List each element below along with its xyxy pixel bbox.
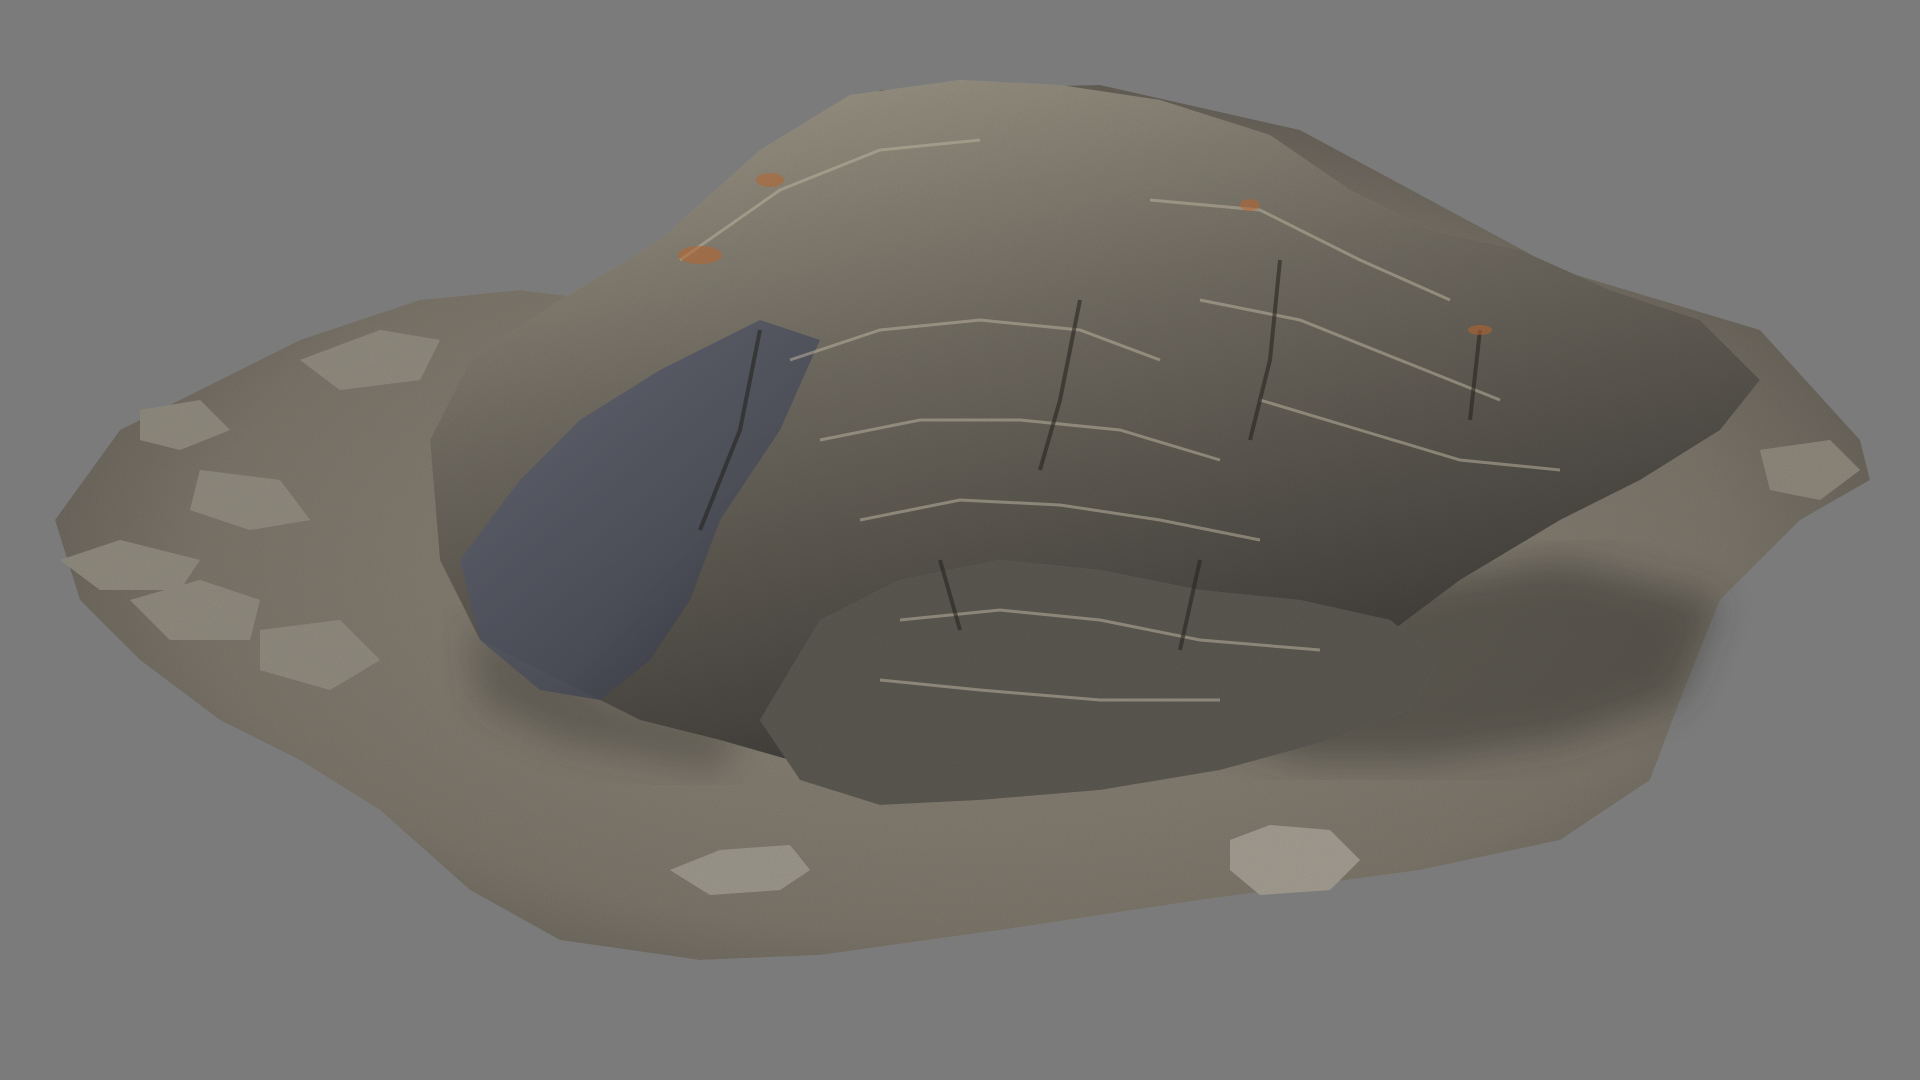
- viewport: [0, 0, 1920, 1080]
- scene-canvas: [0, 0, 1920, 1080]
